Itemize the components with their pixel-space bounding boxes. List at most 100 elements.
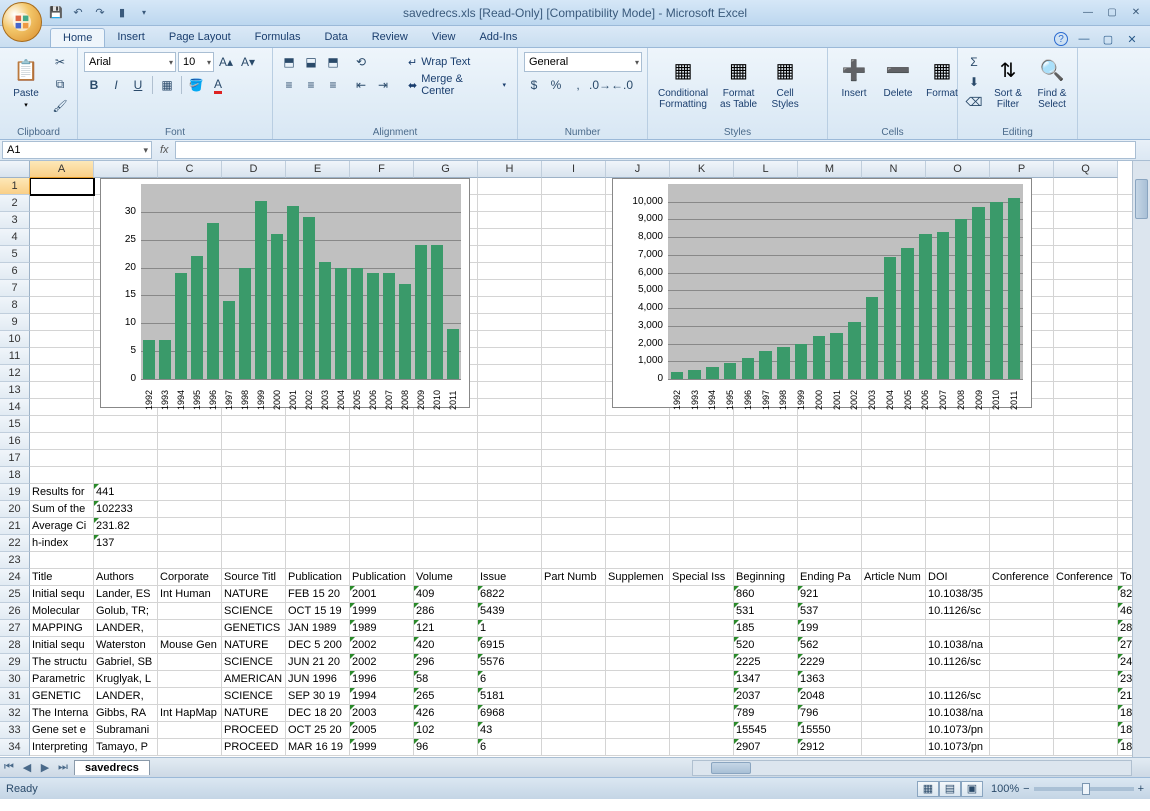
cell[interactable]	[1054, 518, 1118, 535]
cell[interactable]	[670, 654, 734, 671]
cell[interactable]	[862, 501, 926, 518]
cell[interactable]	[478, 552, 542, 569]
office-button[interactable]	[2, 2, 42, 42]
help-icon[interactable]: ?	[1054, 32, 1068, 46]
cell[interactable]	[798, 501, 862, 518]
cell[interactable]: SEP 30 19	[286, 688, 350, 705]
cell[interactable]	[222, 518, 286, 535]
row-header[interactable]: 28	[0, 637, 30, 654]
row-headers[interactable]: 1234567891011121314151617181920212223242…	[0, 178, 30, 757]
cell[interactable]	[542, 314, 606, 331]
cell[interactable]	[1054, 654, 1118, 671]
cell[interactable]	[542, 331, 606, 348]
cell[interactable]	[414, 433, 478, 450]
cell[interactable]	[158, 501, 222, 518]
cell[interactable]: 58	[414, 671, 478, 688]
normal-view-icon[interactable]: ▦	[917, 781, 939, 797]
cell[interactable]	[222, 501, 286, 518]
zoom-level[interactable]: 100%	[991, 783, 1019, 795]
ribbon-tab-view[interactable]: View	[420, 28, 468, 47]
cell[interactable]	[926, 620, 990, 637]
close-button[interactable]: ✕	[1126, 6, 1146, 20]
row-header[interactable]: 12	[0, 365, 30, 382]
cell[interactable]	[350, 518, 414, 535]
cell[interactable]	[478, 535, 542, 552]
cell[interactable]: Kruglyak, L	[94, 671, 158, 688]
align-middle-icon[interactable]: ⬓	[301, 52, 321, 72]
cell[interactable]: PROCEED	[222, 739, 286, 756]
cell[interactable]	[286, 518, 350, 535]
cell[interactable]: DOI	[926, 569, 990, 586]
cell[interactable]: 2048	[798, 688, 862, 705]
cell[interactable]	[30, 229, 94, 246]
zoom-out-icon[interactable]: −	[1023, 783, 1029, 795]
cell[interactable]	[1054, 467, 1118, 484]
cell[interactable]	[606, 705, 670, 722]
worksheet-grid[interactable]: ABCDEFGHIJKLMNOPQ 1234567891011121314151…	[0, 161, 1150, 757]
cell[interactable]	[478, 178, 542, 195]
cell[interactable]	[862, 586, 926, 603]
column-header[interactable]: P	[990, 161, 1054, 178]
cell[interactable]	[542, 654, 606, 671]
cell[interactable]: OCT 15 19	[286, 603, 350, 620]
cell[interactable]	[606, 688, 670, 705]
cell[interactable]	[606, 433, 670, 450]
column-header[interactable]: E	[286, 161, 350, 178]
row-header[interactable]: 29	[0, 654, 30, 671]
cell[interactable]	[30, 314, 94, 331]
cell[interactable]	[862, 603, 926, 620]
cell[interactable]	[734, 450, 798, 467]
cell[interactable]: Molecular	[30, 603, 94, 620]
cell[interactable]	[670, 620, 734, 637]
cell[interactable]	[798, 552, 862, 569]
vertical-scrollbar[interactable]	[1132, 161, 1150, 757]
cell[interactable]: Gene set e	[30, 722, 94, 739]
row-header[interactable]: 4	[0, 229, 30, 246]
cell[interactable]	[222, 416, 286, 433]
row-header[interactable]: 23	[0, 552, 30, 569]
cell[interactable]	[478, 501, 542, 518]
cell[interactable]	[990, 705, 1054, 722]
cell[interactable]: 1999	[350, 739, 414, 756]
cell[interactable]	[286, 552, 350, 569]
cell[interactable]: 2003	[350, 705, 414, 722]
cell[interactable]: Corporate	[158, 569, 222, 586]
cell[interactable]	[862, 518, 926, 535]
align-bottom-icon[interactable]: ⬒	[323, 52, 343, 72]
close-workbook-icon[interactable]: ✕	[1124, 31, 1140, 47]
maximize-button[interactable]: ▢	[1102, 6, 1122, 20]
cell[interactable]	[30, 263, 94, 280]
column-header[interactable]: I	[542, 161, 606, 178]
row-header[interactable]: 6	[0, 263, 30, 280]
cell[interactable]	[606, 467, 670, 484]
cell[interactable]	[350, 416, 414, 433]
row-header[interactable]: 17	[0, 450, 30, 467]
publications-chart[interactable]: 0510152025301992199319941995199619971998…	[100, 178, 470, 408]
cell[interactable]	[350, 501, 414, 518]
cell[interactable]: MAR 16 19	[286, 739, 350, 756]
cell[interactable]	[542, 433, 606, 450]
cell[interactable]: 2002	[350, 654, 414, 671]
cell[interactable]	[350, 450, 414, 467]
format-as-table-button[interactable]: ▦Format as Table	[716, 52, 761, 137]
row-header[interactable]: 21	[0, 518, 30, 535]
delete-cells-button[interactable]: ➖Delete	[878, 52, 918, 137]
cell[interactable]	[734, 484, 798, 501]
cell[interactable]	[862, 552, 926, 569]
cell[interactable]: 10.1126/sc	[926, 688, 990, 705]
cell[interactable]: Part Numb	[542, 569, 606, 586]
cell[interactable]	[158, 450, 222, 467]
cell[interactable]: SCIENCE	[222, 688, 286, 705]
fill-icon[interactable]: ⬇	[964, 72, 984, 92]
cell[interactable]	[990, 671, 1054, 688]
cell[interactable]: Article Num	[862, 569, 926, 586]
cell[interactable]	[478, 212, 542, 229]
cell[interactable]	[414, 535, 478, 552]
cell[interactable]	[670, 637, 734, 654]
cell[interactable]: 96	[414, 739, 478, 756]
cut-icon[interactable]: ✂	[50, 52, 70, 72]
cell[interactable]	[350, 552, 414, 569]
cell[interactable]	[926, 450, 990, 467]
cell[interactable]	[542, 484, 606, 501]
cell[interactable]	[862, 484, 926, 501]
